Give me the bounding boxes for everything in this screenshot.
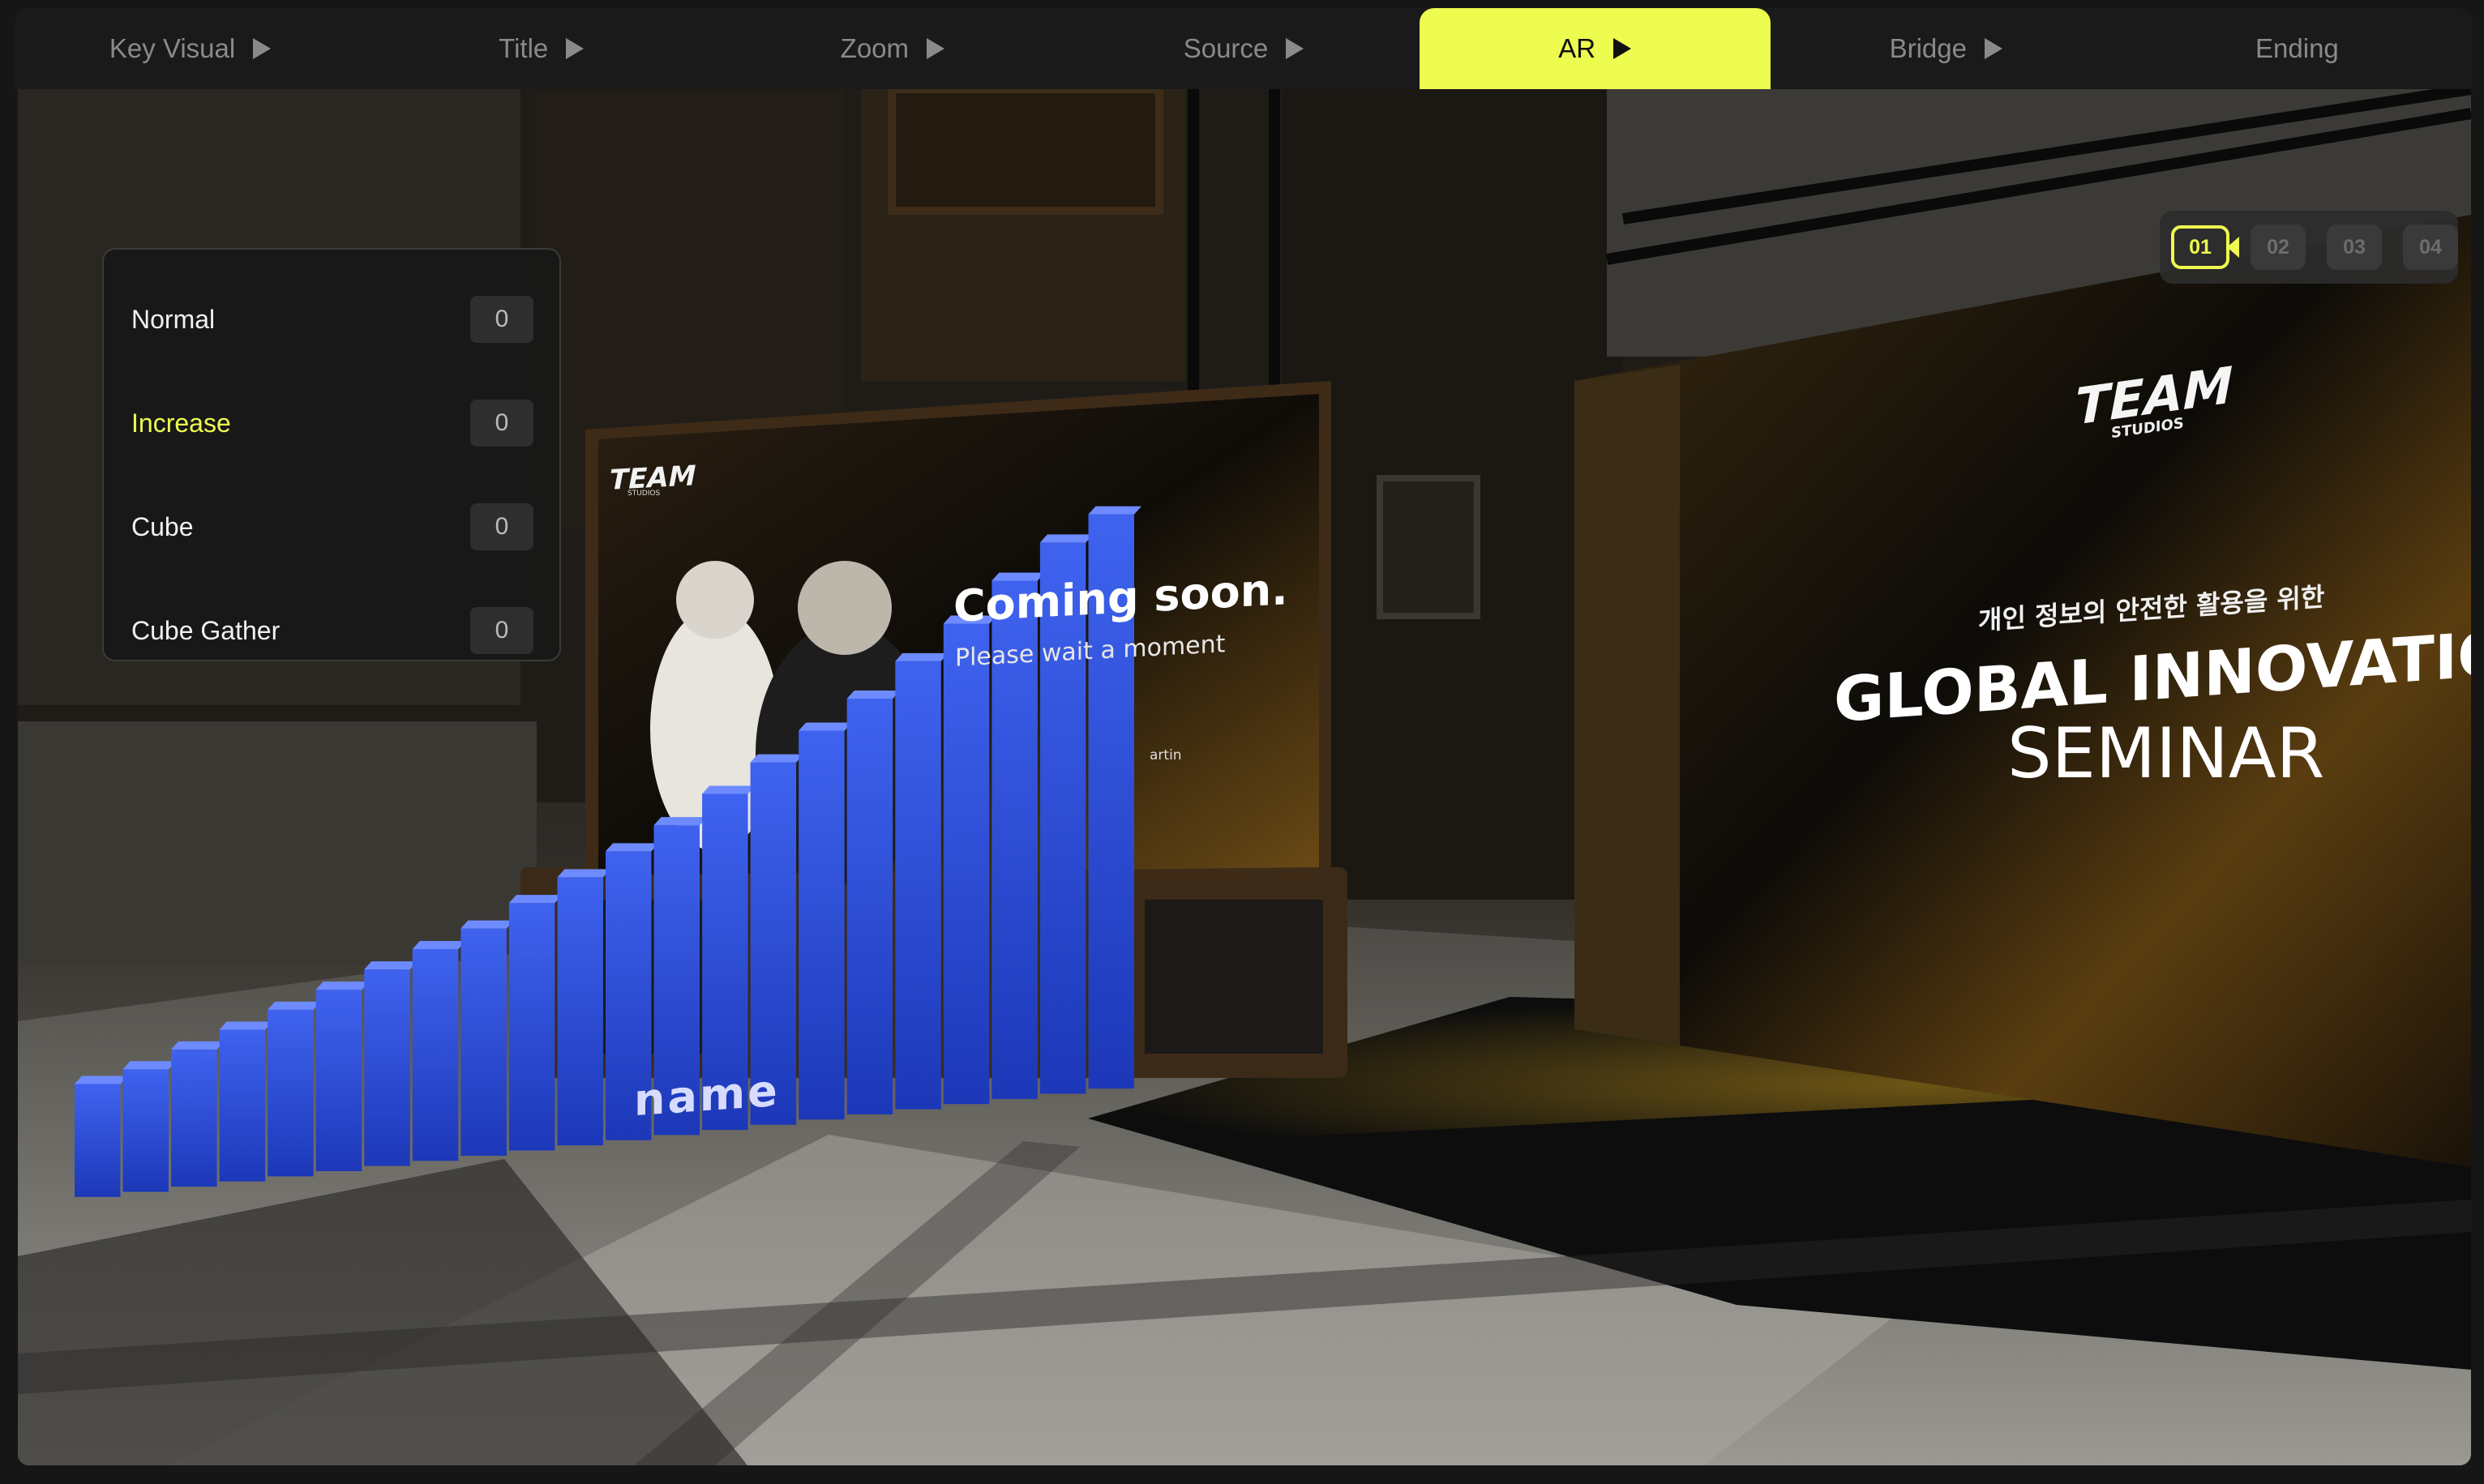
counter-row-increase[interactable]: Increase 0	[131, 371, 533, 475]
tab-label: Ending	[2255, 33, 2339, 63]
camera-number: 03	[2343, 235, 2366, 259]
app-window: Key Visual Title Zoom Source AR Bridge E…	[0, 0, 2484, 1484]
counter-label: Normal	[131, 304, 216, 334]
counter-row-cube-gather[interactable]: Cube Gather 0	[131, 579, 533, 682]
counter-label: Cube Gather	[131, 615, 281, 645]
tab-label: Key Visual	[109, 33, 236, 63]
ar-bar-top	[412, 940, 466, 949]
ar-bar-top	[460, 920, 514, 929]
counter-value: 0	[470, 503, 533, 550]
counter-row-cube[interactable]: Cube 0	[131, 475, 533, 579]
counter-row-normal[interactable]: Normal 0	[131, 267, 533, 371]
ar-bar	[895, 661, 941, 1110]
ar-bar	[943, 623, 990, 1105]
ar-bar-top	[1039, 534, 1094, 543]
tab-source[interactable]: Source	[1068, 8, 1419, 89]
camera-number: 02	[2267, 235, 2289, 259]
ar-bar	[508, 903, 555, 1151]
play-icon	[927, 38, 945, 59]
ar-scene-viewport[interactable]: TEAM STUDIOS Coming soon. Please wait a …	[18, 89, 2471, 1465]
ar-bar-top	[653, 817, 708, 826]
ar-bar	[268, 1009, 314, 1177]
ar-bar-top	[268, 1001, 321, 1010]
tab-key-visual[interactable]: Key Visual	[15, 8, 366, 89]
camera-number: 04	[2419, 235, 2442, 259]
scene-tab-bar: Key Visual Title Zoom Source AR Bridge E…	[15, 8, 2473, 89]
play-icon	[566, 38, 585, 59]
tab-label: AR	[1558, 33, 1596, 63]
ar-bar-top	[557, 869, 610, 878]
counter-value: 0	[470, 296, 533, 343]
ar-bar	[171, 1049, 217, 1187]
ar-bar	[412, 949, 459, 1161]
ar-bar-top	[799, 722, 852, 731]
banner-title-line2: SEMINAR	[2007, 713, 2325, 794]
play-icon	[1286, 38, 1304, 59]
ar-bar-top	[750, 754, 804, 763]
tab-label: Zoom	[840, 33, 910, 63]
counter-label: Increase	[131, 408, 231, 438]
ar-bar-top	[846, 690, 901, 699]
tab-zoom[interactable]: Zoom	[717, 8, 1068, 89]
ar-bar-top	[219, 1021, 273, 1030]
tab-label: Bridge	[1889, 33, 1967, 63]
ar-bar	[364, 969, 410, 1166]
monitor-logo-sub: STUDIOS	[627, 490, 661, 498]
counter-label: Cube	[131, 511, 194, 541]
ar-bar-top	[702, 785, 756, 794]
ar-bar-top	[122, 1061, 177, 1070]
ar-bar-top	[895, 652, 949, 661]
ar-bar-top	[315, 981, 370, 990]
effect-counter-panel: Normal 0 Increase 0 Cube 0 Cube Gather 0	[102, 248, 561, 661]
ar-bar	[219, 1029, 266, 1182]
ar-bar-top	[364, 961, 418, 970]
play-icon	[253, 38, 272, 59]
tab-ar[interactable]: AR	[1419, 8, 1771, 89]
ar-bar-top	[171, 1041, 225, 1050]
camera-number: 01	[2189, 235, 2212, 259]
ar-chart-label: name	[634, 1064, 780, 1127]
tab-label: Title	[499, 33, 549, 63]
camera-button-01[interactable]: 01	[2171, 225, 2239, 269]
tab-bridge[interactable]: Bridge	[1771, 8, 2122, 89]
ar-bar	[460, 928, 507, 1156]
ar-bar-top	[75, 1076, 128, 1084]
play-icon	[1984, 38, 2002, 59]
monitor-name-tag: artin	[1150, 747, 1182, 763]
ar-bar	[315, 990, 362, 1171]
tab-label: Source	[1183, 33, 1269, 63]
camera-button-03[interactable]: 03	[2327, 225, 2382, 270]
ar-bar-top	[1088, 506, 1141, 515]
ar-bar	[75, 1084, 121, 1197]
tab-title[interactable]: Title	[366, 8, 717, 89]
tab-ending[interactable]: Ending	[2122, 8, 2473, 89]
counter-value: 0	[470, 607, 533, 654]
camera-button-04[interactable]: 04	[2403, 225, 2458, 270]
counter-value: 0	[470, 400, 533, 447]
ar-bar	[557, 877, 603, 1146]
play-icon	[1613, 38, 1632, 59]
camera-switcher: 01 02 03 04	[2160, 211, 2458, 284]
ar-bar-top	[508, 895, 563, 904]
ar-bar	[799, 730, 845, 1120]
ar-bar	[846, 699, 893, 1114]
ar-bar-top	[606, 843, 659, 852]
ar-bar	[122, 1069, 169, 1192]
camera-button-02[interactable]: 02	[2251, 225, 2306, 270]
